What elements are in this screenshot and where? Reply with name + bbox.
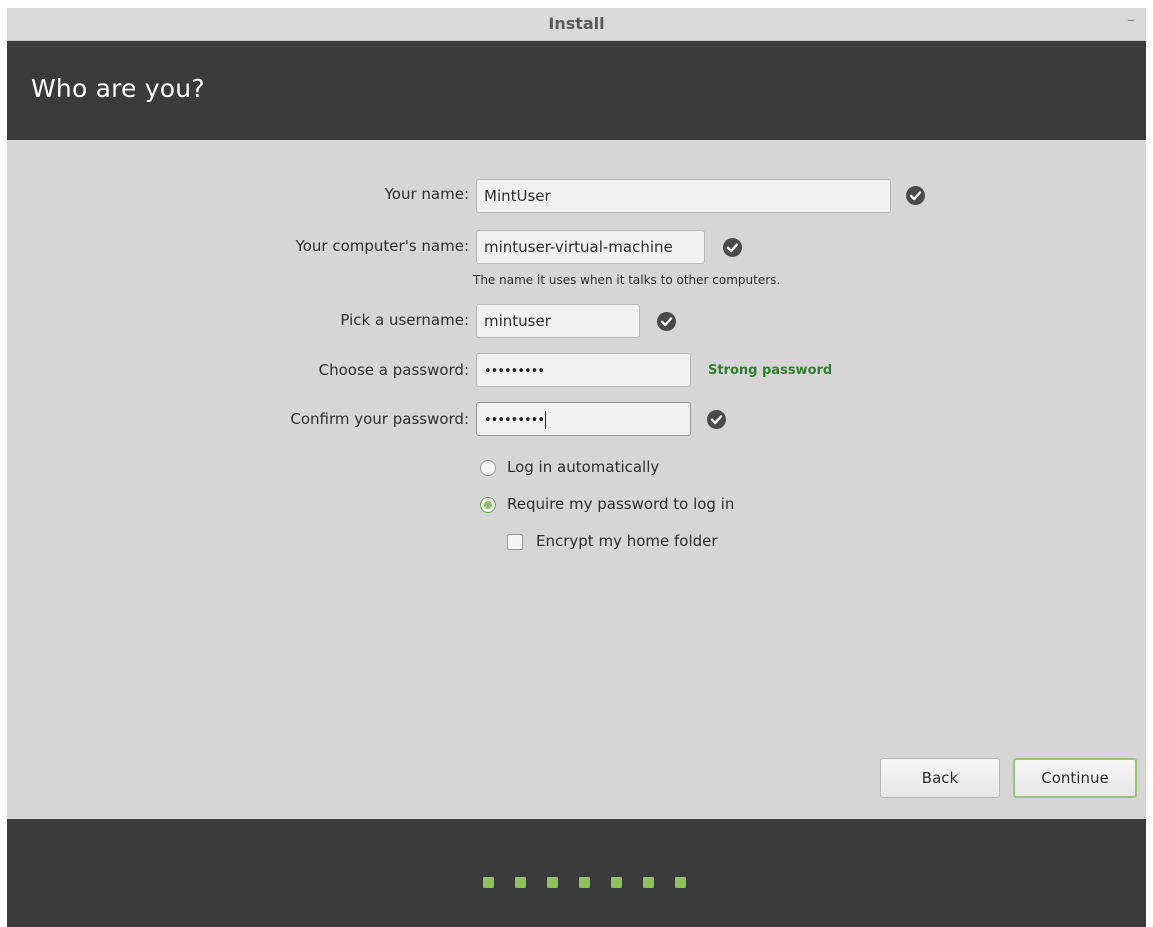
progress-step-dot	[675, 877, 686, 888]
progress-step-dot	[515, 877, 526, 888]
text-caret	[545, 410, 547, 429]
name-label: Your name:	[384, 185, 469, 203]
log-in-automatically-label[interactable]: Log in automatically	[507, 458, 659, 476]
require-password-radio[interactable]	[480, 497, 496, 513]
progress-footer	[7, 819, 1146, 927]
radio-selected-dot	[484, 501, 492, 509]
progress-step-dot	[547, 877, 558, 888]
progress-step-dot	[611, 877, 622, 888]
window-title: Install	[548, 14, 605, 33]
confirm-password-mask: •••••••••	[484, 413, 545, 428]
check-circle-icon	[906, 186, 925, 205]
title-bar: Install –	[7, 8, 1146, 41]
computer-name-label: Your computer's name:	[295, 237, 469, 255]
page-header: Who are you?	[7, 41, 1146, 140]
continue-button[interactable]: Continue	[1013, 758, 1137, 798]
password-strength-text: Strong password	[708, 363, 833, 378]
computer-name-hint: The name it uses when it talks to other …	[473, 273, 781, 287]
name-field[interactable]: MintUser	[476, 179, 891, 213]
check-circle-icon	[723, 238, 742, 257]
user-form: Your name: MintUser Your computer's name…	[7, 140, 1146, 819]
progress-step-dot	[579, 877, 590, 888]
progress-step-dot	[483, 877, 494, 888]
require-password-label[interactable]: Require my password to log in	[507, 495, 734, 513]
password-label: Choose a password:	[318, 361, 469, 379]
check-circle-icon	[657, 312, 676, 331]
log-in-automatically-radio[interactable]	[480, 460, 496, 476]
progress-step-dot	[643, 877, 654, 888]
confirm-password-field[interactable]: •••••••••	[476, 402, 691, 436]
password-field[interactable]: •••••••••	[476, 353, 691, 387]
password-mask: •••••••••	[484, 364, 545, 379]
installer-window: Install – Who are you? Your name: MintUs…	[7, 8, 1146, 927]
check-circle-icon	[707, 410, 726, 429]
confirm-password-label: Confirm your password:	[290, 410, 469, 428]
encrypt-home-checkbox[interactable]	[507, 534, 523, 550]
back-button[interactable]: Back	[880, 758, 1000, 798]
page-title: Who are you?	[31, 74, 205, 103]
minimize-button[interactable]: –	[1122, 11, 1140, 29]
username-field[interactable]: mintuser	[476, 304, 640, 338]
encrypt-home-label[interactable]: Encrypt my home folder	[536, 532, 718, 550]
computer-name-field[interactable]: mintuser-virtual-machine	[476, 230, 705, 264]
username-label: Pick a username:	[340, 311, 469, 329]
